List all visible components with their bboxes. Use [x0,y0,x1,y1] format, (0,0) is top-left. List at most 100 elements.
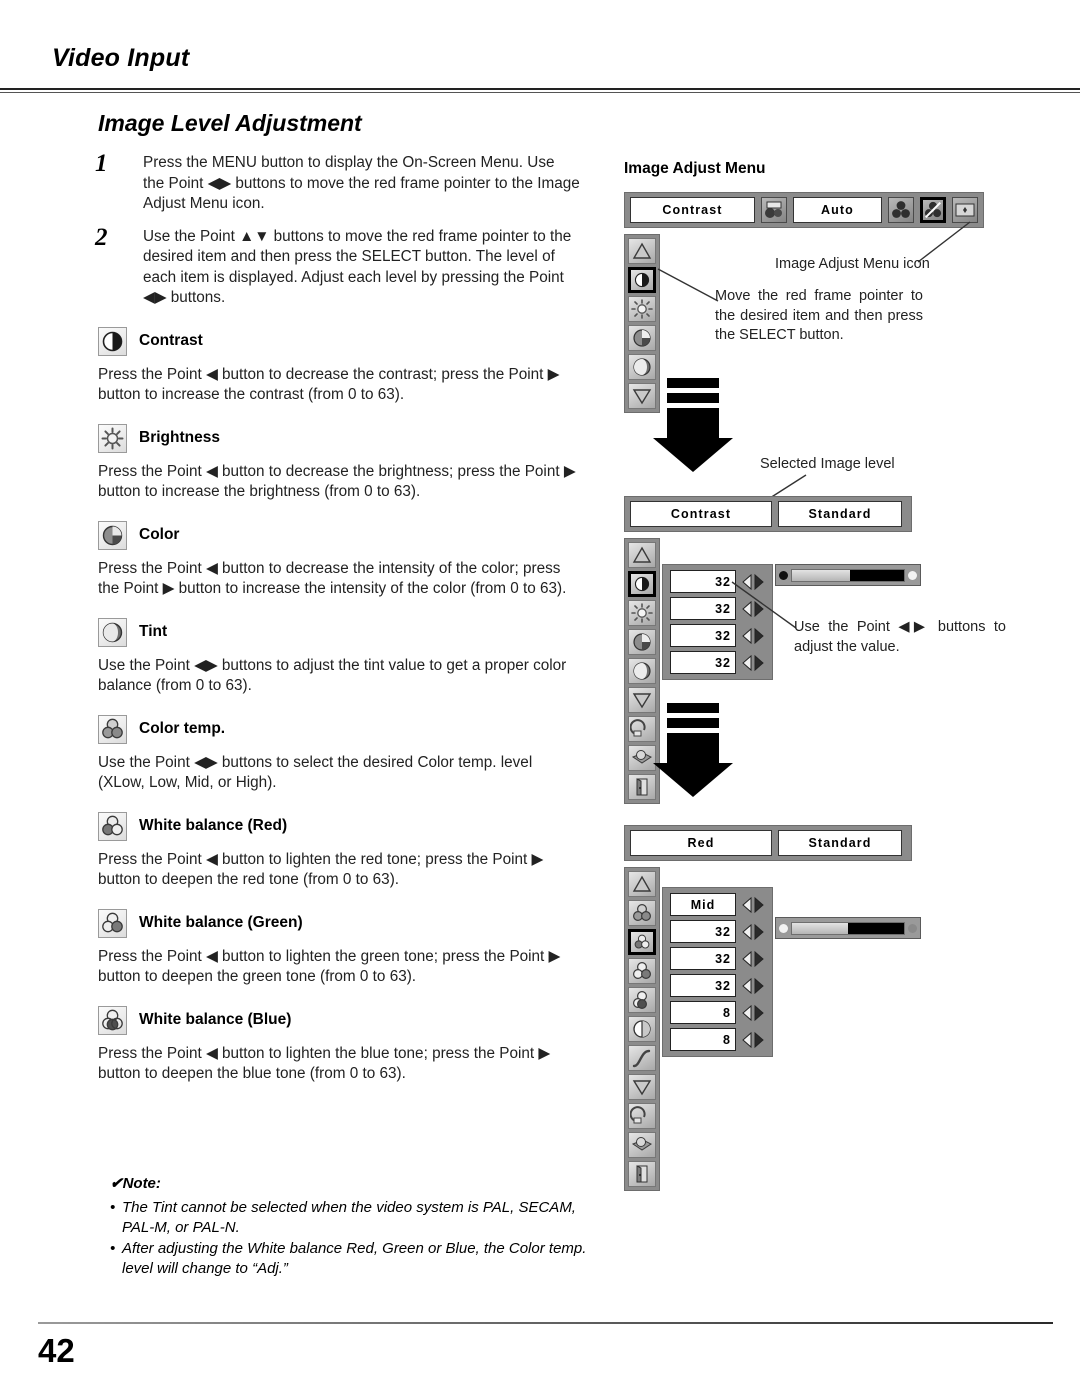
brightness-icon[interactable] [628,600,656,626]
item-label: Color temp. [139,720,226,737]
item-body: Press the Point ◀ button to decrease the… [98,365,560,404]
left-column: Image Level Adjustment 1 Press the MENU … [0,110,600,1087]
slider-remainder [848,922,904,934]
adjust-item-contrast: Contrast Press the Point ◀ button to dec… [0,326,600,406]
status-value-field: Auto [792,197,882,223]
color-icon[interactable] [628,325,656,351]
left-right-arrows-icon[interactable] [741,653,765,673]
value-row: 32 [670,974,765,997]
color-icon [98,520,127,550]
osd-menubar-panel2: Contrast Standard [624,496,912,532]
tint-icon[interactable] [628,658,656,684]
callout-selected-image-level: Selected Image level [760,456,895,472]
value-field: 8 [670,1001,736,1024]
brightness-icon[interactable] [628,296,656,322]
up-arrow-icon[interactable] [628,871,656,897]
menu-label-field: Red [630,830,772,856]
note-bullet: The Tint cannot be selected when the vid… [110,1198,600,1238]
value-row: 8 [670,1028,765,1051]
reset-icon[interactable] [628,716,656,742]
header-rule [0,88,1080,93]
left-right-arrows-icon[interactable] [741,1030,765,1050]
note-heading: ✔Note: [110,1175,161,1192]
color-temp-icon[interactable] [628,900,656,926]
value-field: 32 [670,974,736,997]
value-slider-panel3[interactable] [775,917,921,939]
contrast-icon[interactable] [628,267,656,293]
brightness-icon [98,423,127,453]
item-body: Press the Point ◀ button to lighten the … [98,850,544,889]
value-field: 32 [670,597,736,620]
up-arrow-icon[interactable] [628,238,656,264]
tint-icon[interactable] [628,354,656,380]
section-title: Image Level Adjustment [98,110,362,136]
value-panel-panel3: Mid 32 32 32 8 8 [662,887,773,1057]
step-number: 2 [95,223,108,251]
color-icon[interactable] [628,629,656,655]
item-body: Press the Point ◀ button to decrease the… [98,559,567,598]
menu-label-field: Contrast [630,501,772,527]
step-text: Use the Point ▲▼ buttons to move the red… [143,227,572,307]
left-right-arrows-icon[interactable] [741,922,765,942]
value-field: 32 [670,624,736,647]
slider-fill [792,922,848,934]
white-balance-green-icon[interactable] [628,958,656,984]
page-title: Video Input [52,44,190,72]
down-arrow-icon[interactable] [628,687,656,713]
down-arrow-icon[interactable] [628,1074,656,1100]
slider-track [791,921,905,935]
value-row: 32 [670,651,765,674]
white-balance-blue-icon [98,1005,127,1035]
store-icon[interactable] [628,1132,656,1158]
right-column: Image Adjust Menu Contrast Auto Image Ad… [612,160,1072,1191]
up-arrow-icon[interactable] [628,542,656,568]
sharpness-icon[interactable] [628,1016,656,1042]
adjust-item-tint: Tint Use the Point ◀▶ buttons to adjust … [0,617,600,697]
callout-image-adjust-menu-icon: Image Adjust Menu icon [775,256,930,272]
osd-sidebar-panel1 [624,234,660,413]
item-label: Brightness [139,429,220,446]
step-number: 1 [95,150,108,177]
image-select-icon[interactable] [888,197,914,223]
value-field: 32 [670,570,736,593]
white-balance-blue-icon[interactable] [628,987,656,1013]
osd-menubar-panel3: Red Standard [624,825,912,861]
left-right-arrows-icon[interactable] [741,1003,765,1023]
color-temp-icon [98,714,127,744]
slider-knob-right [908,923,917,933]
gamma-icon[interactable] [628,1045,656,1071]
system-icon[interactable] [760,197,787,223]
reset-icon[interactable] [628,1103,656,1129]
contrast-icon[interactable] [628,571,656,597]
tint-icon [98,617,127,647]
image-level-field: Standard [778,830,902,856]
item-label: White balance (Green) [139,914,303,931]
down-arrow-icon[interactable] [628,383,656,409]
footer-rule [38,1322,1053,1324]
left-right-arrows-icon[interactable] [741,895,765,915]
note-bullet: After adjusting the White balance Red, G… [110,1239,600,1279]
left-right-arrows-icon[interactable] [741,949,765,969]
white-balance-red-icon[interactable] [628,929,656,955]
item-label: Color [139,526,180,543]
item-label: White balance (Red) [139,817,288,834]
store-icon[interactable] [628,745,656,771]
left-right-arrows-icon[interactable] [741,976,765,996]
callout-frame-pointer: Move the red frame pointer to the desire… [715,288,923,343]
menu-label-field: Contrast [630,197,755,223]
step-item: 1 Press the MENU button to display the O… [0,150,580,215]
quit-icon[interactable] [628,774,656,800]
item-body: Press the Point ◀ button to lighten the … [98,1044,551,1083]
contrast-icon [98,326,127,356]
slider-knob-right [908,570,917,580]
slider-track [791,568,905,582]
adjust-item-color: Color Press the Point ◀ button to decrea… [0,520,600,600]
image-level-field: Standard [778,501,902,527]
osd-sidebar-panel3 [624,867,660,1191]
slider-fill [792,569,851,581]
item-body: Use the Point ◀▶ buttons to select the d… [98,753,533,792]
white-balance-red-icon [98,811,127,841]
quit-icon[interactable] [628,1161,656,1187]
adjust-item-brightness: Brightness Press the Point ◀ button to d… [0,423,600,503]
slider-remainder [850,569,904,581]
